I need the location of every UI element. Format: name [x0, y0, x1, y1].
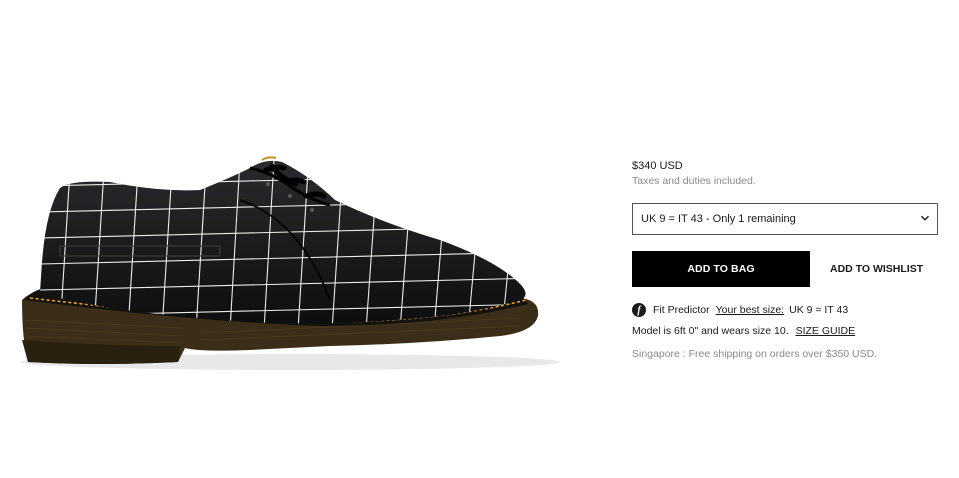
model-note: Model is 6ft 0" and wears size 10.: [632, 325, 789, 337]
size-select[interactable]: UK 9 = IT 43 - Only 1 remaining: [632, 203, 938, 235]
product-price: $340 USD: [632, 160, 683, 172]
best-size-link[interactable]: Your best size:: [716, 304, 785, 316]
shipping-note: Singapore : Free shipping on orders over…: [632, 348, 878, 360]
product-details: $340 USD Taxes and duties included. UK 9…: [632, 158, 942, 360]
model-info: Model is 6ft 0" and wears size 10. SIZE …: [632, 325, 942, 337]
product-image: [20, 156, 560, 370]
taxes-note: Taxes and duties included.: [632, 175, 756, 187]
add-to-wishlist-button[interactable]: ADD TO WISHLIST: [830, 263, 923, 275]
size-guide-link[interactable]: SIZE GUIDE: [796, 325, 856, 337]
fit-predictor-label: Fit Predictor: [653, 304, 710, 316]
size-select-value: UK 9 = IT 43 - Only 1 remaining: [641, 213, 796, 225]
fit-predictor-icon: f: [632, 303, 646, 317]
best-size-value: UK 9 = IT 43: [789, 304, 849, 316]
chevron-down-icon: [920, 213, 930, 226]
fit-predictor: f Fit Predictor Your best size: UK 9 = I…: [632, 303, 942, 317]
add-to-bag-button[interactable]: ADD TO BAG: [632, 251, 810, 287]
purchase-actions: ADD TO BAG ADD TO WISHLIST: [632, 251, 942, 287]
